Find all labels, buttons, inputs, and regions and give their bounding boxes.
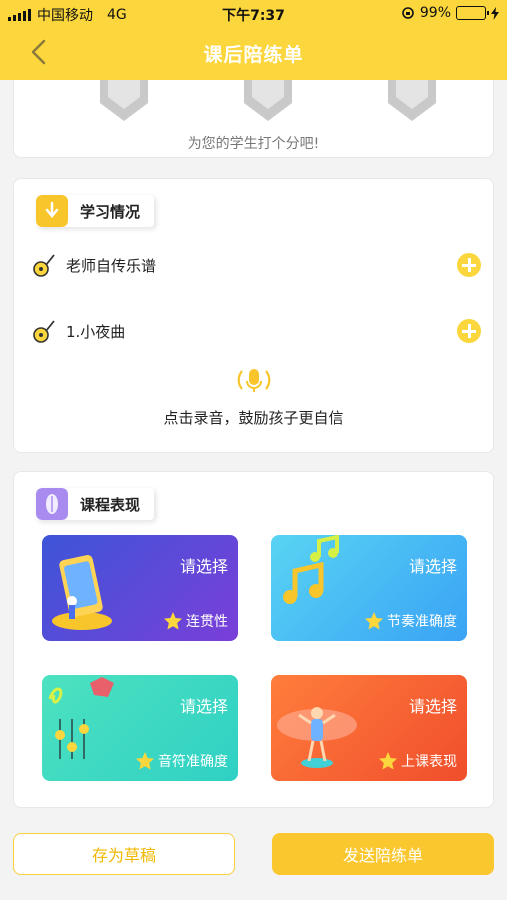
study-title-label: 学习情况 [80,202,141,221]
performance-card-class-behavior[interactable]: 请选择 上课表现 [271,675,467,781]
send-button[interactable]: 发送陪练单 [272,833,494,875]
metric-label: 上课表现 [401,754,457,770]
song-name: 老师自传乐谱 [66,256,157,275]
star-icon [379,752,397,770]
song-name: 1.小夜曲 [66,322,126,341]
metric-label: 节奏准确度 [387,614,457,630]
battery-percent: 99% [419,5,451,21]
choose-label: 请选择 [179,697,228,716]
battery-icon [456,6,489,20]
rating-hint: 为您的学生打个分吧! [187,136,320,152]
charging-icon [491,6,499,20]
add-icon[interactable] [457,319,481,343]
microphone-icon[interactable] [237,363,271,397]
study-section-title: 学习情况 [36,195,155,227]
leaf-icon [36,488,68,520]
metric-label: 音符准确度 [158,754,228,770]
orientation-lock-icon [402,7,414,19]
performance-title-label: 课程表现 [80,495,141,514]
choose-label: 请选择 [179,557,228,576]
top-bar: 中国移动 4G 下午7:37 99% 课后陪练单 [0,0,507,80]
music-note-icon [33,254,55,277]
phone-illustration-icon [52,555,112,630]
equalizer-icon [48,677,114,759]
choose-label: 请选择 [408,697,457,716]
save-draft-button[interactable]: 存为草稿 [13,833,235,875]
performance-card: 课程表现 请选择 连贯性 请选择 节奏准确度 请选择 音符准确度 请选择 上课表… [13,471,494,808]
song-row[interactable]: 1.小夜曲 [32,317,481,345]
page-title: 课后陪练单 [203,44,304,66]
choose-label: 请选择 [408,557,457,576]
download-icon [36,195,68,227]
status-bar: 中国移动 4G 下午7:37 99% [0,0,507,28]
star-icon [164,612,182,630]
dancer-illustration-icon [277,707,357,768]
music-notes-icon [283,535,339,604]
add-icon[interactable] [457,253,481,277]
performance-section-title: 课程表现 [36,488,155,520]
song-row[interactable]: 老师自传乐谱 [32,251,481,279]
performance-card-rhythm[interactable]: 请选择 节奏准确度 [271,535,467,641]
star-icon [136,752,154,770]
star-icon [365,612,383,630]
music-note-icon [33,320,55,343]
performance-card-note-accuracy[interactable]: 请选择 音符准确度 [42,675,238,781]
performance-card-continuity[interactable]: 请选择 连贯性 [42,535,238,641]
metric-label: 连贯性 [186,614,228,630]
study-card: 学习情况 老师自传乐谱 1.小夜曲 点击录音，鼓励孩子更自信 [13,178,494,453]
record-hint: 点击录音，鼓励孩子更自信 [163,409,344,427]
